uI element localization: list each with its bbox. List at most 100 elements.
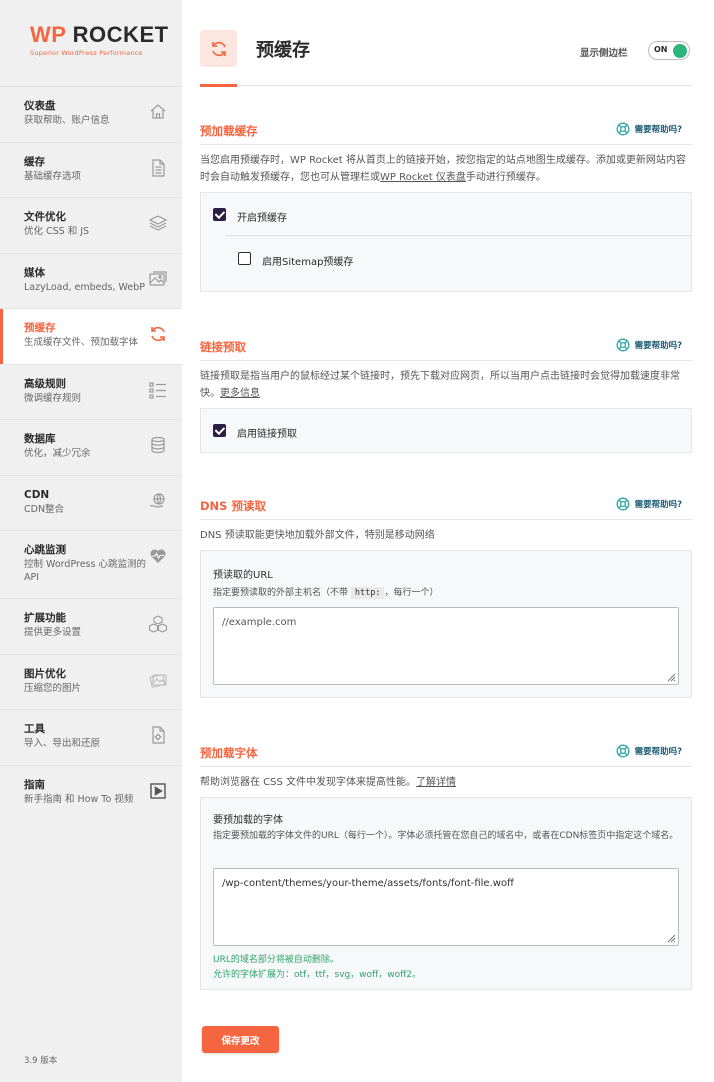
- sidebar-item-addons[interactable]: 扩展功能 提供更多设置: [0, 599, 182, 655]
- sidebar-item-subtitle: 生成缓存文件、预加载字体: [24, 337, 139, 348]
- page-header: 预缓存 显示侧边栏 ON: [200, 0, 692, 87]
- help-text: 需要帮助吗?: [634, 747, 682, 757]
- active-indicator: [200, 84, 237, 87]
- sidebar-item-cdn[interactable]: CDN CDN整合: [0, 476, 182, 531]
- help-link[interactable]: 需要帮助吗?: [616, 122, 682, 136]
- list-icon: [148, 380, 168, 400]
- sidebar-item-subtitle: LazyLoad, embeds, WebP: [24, 281, 145, 293]
- section-title: 链接预取: [200, 340, 246, 354]
- lifebuoy-icon: [616, 338, 630, 352]
- sidebar-item-tutorials[interactable]: 指南 新手指南 和 How To 视频: [0, 766, 182, 822]
- fonts-field-help: 指定要预加载的字体文件的URL（每行一个）。字体必须托管在您自己的域名中，或者在…: [213, 831, 679, 841]
- sidebar-item-subtitle: 优化 CSS 和 JS: [24, 226, 90, 237]
- sidebar-item-cache[interactable]: 缓存 基础缓存选项: [0, 143, 182, 198]
- enable-preload-checkbox[interactable]: [213, 208, 226, 221]
- help-link[interactable]: 需要帮助吗?: [616, 338, 682, 352]
- help-link[interactable]: 需要帮助吗?: [616, 744, 682, 758]
- help-link[interactable]: 需要帮助吗?: [616, 497, 682, 511]
- sitemap-preload-label: 启用Sitemap预缓存: [262, 257, 354, 268]
- sidebar-item-subtitle: 压缩您的图片: [24, 682, 82, 694]
- options-box: 要预加载的字体 指定要预加载的字体文件的URL（每行一个）。字体必须托管在您自己…: [200, 797, 692, 990]
- link-preload-option[interactable]: 启用链接预取: [201, 409, 691, 452]
- section-header: 预加载缓存 需要帮助吗?: [200, 115, 692, 145]
- sitemap-preload-option[interactable]: 启用Sitemap预缓存: [201, 236, 691, 279]
- page-title: 预缓存: [256, 40, 310, 61]
- photos-icon: [148, 670, 168, 690]
- resize-handle-icon[interactable]: [667, 673, 676, 682]
- lifebuoy-icon: [616, 497, 630, 511]
- main-panel: 预缓存 显示侧边栏 ON 预加载缓存 需要帮助吗? 当您启用预缓存时，WP Ro…: [182, 0, 714, 1082]
- help-text: 需要帮助吗?: [634, 500, 682, 510]
- section-description: 当您启用预缓存时，WP Rocket 将从首页上的链接开始，按您指定的站点地图生…: [200, 155, 686, 183]
- heartbeat-icon: [148, 546, 168, 566]
- domain-note: URL的域名部分将被自动删除。: [213, 955, 339, 965]
- tools-icon: [148, 725, 168, 745]
- sidebar-item-subtitle: 微调缓存规则: [24, 392, 82, 404]
- enable-preload-label: 开启预缓存: [237, 213, 287, 224]
- version-label: 3.9 版本: [24, 1056, 58, 1066]
- help-text: 需要帮助吗?: [634, 341, 682, 351]
- options-box: 开启预缓存 启用Sitemap预缓存: [200, 192, 692, 292]
- section-preload-fonts: 预加载字体 需要帮助吗? 帮助浏览器在 CSS 文件中发现字体来提高性能。了解详…: [200, 737, 692, 990]
- refresh-icon: [148, 324, 168, 344]
- dns-field-label: 预读取的URL: [213, 570, 273, 581]
- sidebar-item-tools[interactable]: 工具 导入、导出和还原: [0, 710, 182, 766]
- sidebar-item-subtitle: 导入、导出和还原: [24, 738, 101, 749]
- sidebar-item-file-optimization[interactable]: 文件优化 优化 CSS 和 JS: [0, 198, 182, 254]
- file-icon: [148, 158, 168, 178]
- sidebar-nav: 仪表盘 获取帮助、账户信息 缓存 基础缓存选项 文件优化 优化 CSS 和 JS…: [0, 86, 182, 821]
- link-preload-label: 启用链接预取: [237, 429, 297, 440]
- dns-field-help: 指定要预读取的外部主机名（不带 http: ，每行一个）: [213, 587, 439, 599]
- link-preload-checkbox[interactable]: [213, 424, 226, 437]
- save-changes-button[interactable]: 保存更改: [202, 1026, 279, 1053]
- sidebar-item-heartbeat[interactable]: 心跳监测 控制 WordPress 心跳监测的 API: [0, 531, 182, 599]
- sidebar-item-subtitle: 提供更多设置: [24, 627, 82, 638]
- database-icon: [148, 435, 168, 455]
- section-header: 预加载字体 需要帮助吗?: [200, 737, 692, 767]
- fonts-textarea[interactable]: /wp-content/themes/your-theme/assets/fon…: [213, 868, 679, 946]
- resize-handle-icon[interactable]: [667, 934, 676, 943]
- enable-preload-option[interactable]: 开启预缓存: [201, 193, 691, 236]
- section-preload-cache: 预加载缓存 需要帮助吗? 当您启用预缓存时，WP Rocket 将从首页上的链接…: [200, 115, 692, 292]
- more-info-link[interactable]: 更多信息: [220, 388, 260, 399]
- logo-title: WP ROCKET: [30, 22, 169, 47]
- cdn-icon: [148, 491, 168, 511]
- toggle-knob: [673, 43, 687, 58]
- sidebar-item-subtitle: CDN整合: [24, 503, 65, 515]
- section-dns-prefetch: DNS 预读取 需要帮助吗? DNS 预读取能更快地加载外部文件，特别是移动网络…: [200, 490, 692, 698]
- section-title: 预加载缓存: [200, 124, 258, 138]
- sitemap-preload-checkbox[interactable]: [238, 252, 251, 265]
- sidebar-item-database[interactable]: 数据库 优化，减少冗余: [0, 420, 182, 476]
- fonts-value: /wp-content/themes/your-theme/assets/fon…: [222, 878, 514, 889]
- sidebar: WP ROCKET Superior WordPress Performance…: [0, 0, 182, 1082]
- sidebar-item-dashboard[interactable]: 仪表盘 获取帮助、账户信息: [0, 87, 182, 143]
- help-text: 需要帮助吗?: [634, 125, 682, 135]
- sidebar-item-image-optimization[interactable]: 图片优化 压缩您的图片: [0, 655, 182, 710]
- layers-icon: [148, 213, 168, 233]
- cubes-icon: [148, 614, 168, 634]
- lifebuoy-icon: [616, 122, 630, 136]
- section-header: DNS 预读取 需要帮助吗?: [200, 490, 692, 520]
- sidebar-item-preload[interactable]: 预缓存 生成缓存文件、预加载字体: [0, 309, 182, 365]
- dns-prefetch-textarea[interactable]: //example.com: [213, 607, 679, 685]
- play-icon: [148, 781, 168, 801]
- code-snippet: http:: [350, 587, 385, 599]
- extension-note: 允许的字体扩展为：otf，ttf，svg，woff，woff2。: [213, 970, 422, 980]
- sidebar-item-subtitle: 获取帮助、账户信息: [24, 115, 110, 126]
- image-icon: [148, 269, 168, 289]
- section-description: 帮助浏览器在 CSS 文件中发现字体来提高性能。了解详情: [200, 777, 457, 788]
- show-sidebar-toggle[interactable]: ON: [648, 41, 690, 60]
- sidebar-item-advanced-rules[interactable]: 高级规则 微调缓存规则: [0, 365, 182, 420]
- sidebar-item-subtitle: 优化，减少冗余: [24, 448, 91, 459]
- sidebar-item-media[interactable]: 媒体 LazyLoad, embeds, WebP: [0, 254, 182, 309]
- home-icon: [148, 102, 168, 122]
- dashboard-link[interactable]: WP Rocket 仪表盘: [380, 172, 466, 183]
- learn-more-link[interactable]: 了解详情: [416, 777, 456, 788]
- fonts-field-label: 要预加载的字体: [213, 815, 283, 826]
- section-link-preload: 链接预取 需要帮助吗? 链接预取是指当用户的鼠标经过某个链接时，预先下载对应网页…: [200, 331, 692, 453]
- sidebar-item-subtitle: 控制 WordPress 心跳监测的 API: [24, 559, 146, 583]
- refresh-icon: [200, 30, 237, 67]
- wp-rocket-logo[interactable]: WP ROCKET Superior WordPress Performance: [0, 0, 182, 86]
- logo-tagline: Superior WordPress Performance: [30, 49, 143, 57]
- section-title: 预加载字体: [200, 746, 258, 760]
